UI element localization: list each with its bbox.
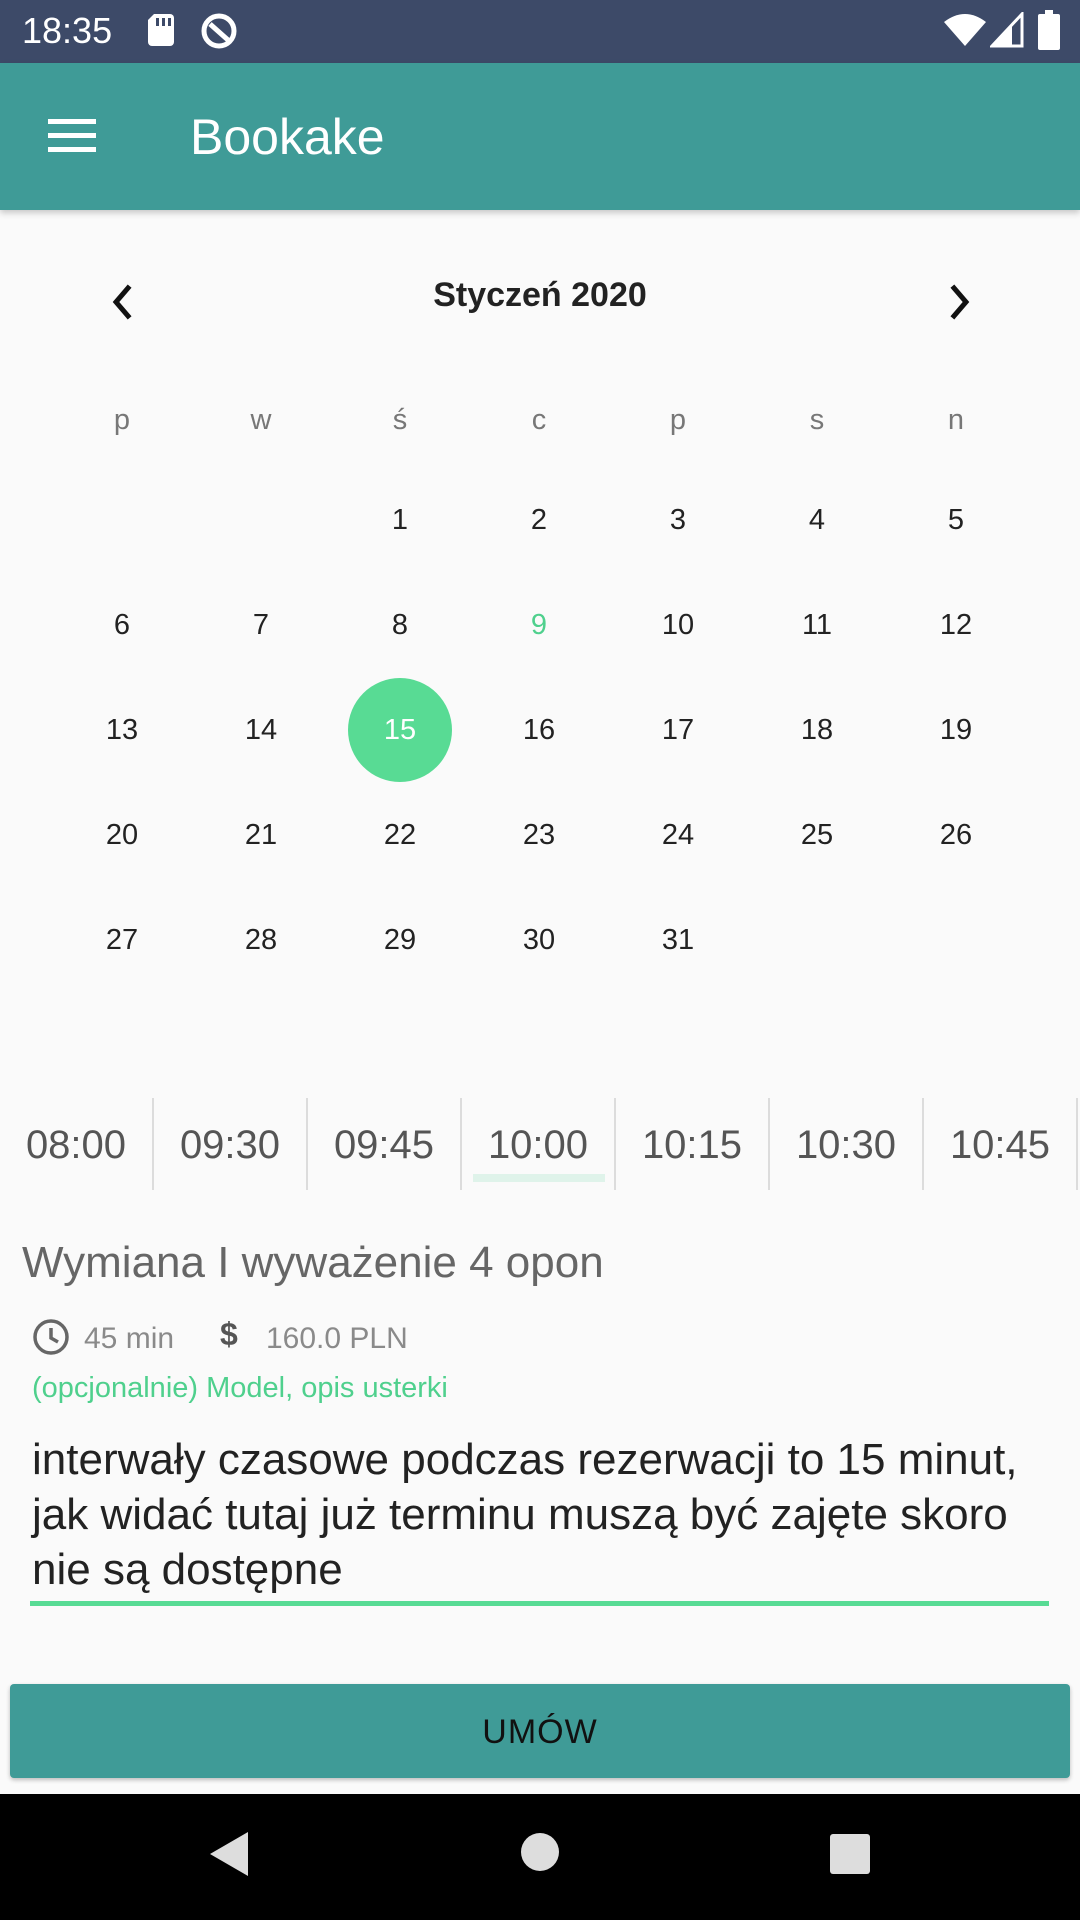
recent-apps-icon[interactable] (830, 1834, 870, 1874)
calendar-day[interactable]: 18 (757, 710, 877, 750)
note-field[interactable]: interwały czasowe podczas rezerwacji to … (32, 1432, 1052, 1597)
clock-icon (33, 1319, 69, 1355)
app-bar: Bookake (0, 63, 1080, 210)
weekday-label: s (809, 404, 825, 436)
calendar-day[interactable]: 16 (479, 710, 599, 750)
service-duration: 45 min (84, 1322, 175, 1355)
app-title: Bookake (190, 109, 385, 165)
time-slot[interactable]: 09:30 (154, 1095, 306, 1187)
calendar-day[interactable]: 13 (62, 710, 182, 750)
sd-card-icon (148, 14, 174, 46)
calendar-day[interactable]: 3 (618, 500, 738, 540)
calendar-day[interactable]: 28 (201, 920, 321, 960)
next-month-icon[interactable] (930, 272, 990, 332)
weekday-label: p (113, 404, 131, 436)
weekday-label: n (947, 404, 965, 436)
calendar-day[interactable]: 27 (62, 920, 182, 960)
note-field-label: (opcjonalnie) Model, opis usterki (32, 1372, 448, 1404)
calendar-day[interactable]: 23 (479, 815, 599, 855)
calendar-day[interactable]: 11 (757, 605, 877, 645)
battery-icon (1038, 10, 1060, 50)
calendar-day[interactable]: 7 (201, 605, 321, 645)
calendar-day[interactable]: 4 (757, 500, 877, 540)
sync-icon (201, 13, 237, 49)
calendar-day[interactable]: 31 (618, 920, 738, 960)
weekday-label: w (250, 404, 272, 436)
back-icon[interactable] (204, 1828, 256, 1880)
calendar-day[interactable]: 19 (896, 710, 1016, 750)
calendar-day[interactable]: 24 (618, 815, 738, 855)
time-slot-selected-indicator (473, 1174, 605, 1182)
weekday-label: c (531, 404, 547, 436)
dollar-icon: $ (220, 1316, 238, 1352)
calendar-day[interactable]: 29 (340, 920, 460, 960)
calendar-day[interactable]: 14 (201, 710, 321, 750)
time-slot[interactable]: 10:30 (770, 1095, 922, 1187)
note-field-underline (30, 1601, 1049, 1606)
system-navigation-bar (0, 1794, 1080, 1920)
calendar-day-selected[interactable]: 15 (340, 710, 460, 750)
time-slot[interactable]: 10:15 (616, 1095, 768, 1187)
calendar-day[interactable]: 5 (896, 500, 1016, 540)
weekday-label: p (669, 404, 687, 436)
wifi-icon (944, 14, 986, 46)
time-slot[interactable]: 08:00 (0, 1095, 152, 1187)
calendar-month-title: Styczeń 2020 (433, 276, 647, 314)
calendar-day[interactable]: 21 (201, 815, 321, 855)
slot-divider (1076, 1098, 1078, 1190)
calendar-day[interactable]: 22 (340, 815, 460, 855)
time-slot[interactable]: 10:45 (924, 1095, 1076, 1187)
calendar-day-today[interactable]: 9 (479, 605, 599, 645)
hamburger-menu-icon[interactable] (46, 116, 98, 156)
calendar-day[interactable]: 10 (618, 605, 738, 645)
calendar-day[interactable]: 2 (479, 500, 599, 540)
calendar-day[interactable]: 12 (896, 605, 1016, 645)
calendar-day[interactable]: 6 (62, 605, 182, 645)
calendar-day[interactable]: 8 (340, 605, 460, 645)
status-time: 18:35 (22, 10, 113, 51)
home-icon[interactable] (520, 1832, 560, 1872)
time-slot[interactable]: 09:45 (308, 1095, 460, 1187)
calendar-day[interactable]: 20 (62, 815, 182, 855)
calendar-day[interactable]: 1 (340, 500, 460, 540)
calendar-day[interactable]: 25 (757, 815, 877, 855)
service-price: 160.0 PLN (266, 1322, 408, 1355)
previous-month-icon[interactable] (92, 272, 152, 332)
calendar-day[interactable]: 30 (479, 920, 599, 960)
calendar-day[interactable]: 17 (618, 710, 738, 750)
service-name: Wymiana I wyważenie 4 opon (22, 1238, 604, 1287)
signal-icon (990, 12, 1024, 48)
calendar-day[interactable]: 26 (896, 815, 1016, 855)
status-bar: 18:35 (0, 0, 1080, 63)
weekday-label: ś (392, 404, 408, 436)
book-button[interactable]: UMÓW (10, 1684, 1070, 1778)
